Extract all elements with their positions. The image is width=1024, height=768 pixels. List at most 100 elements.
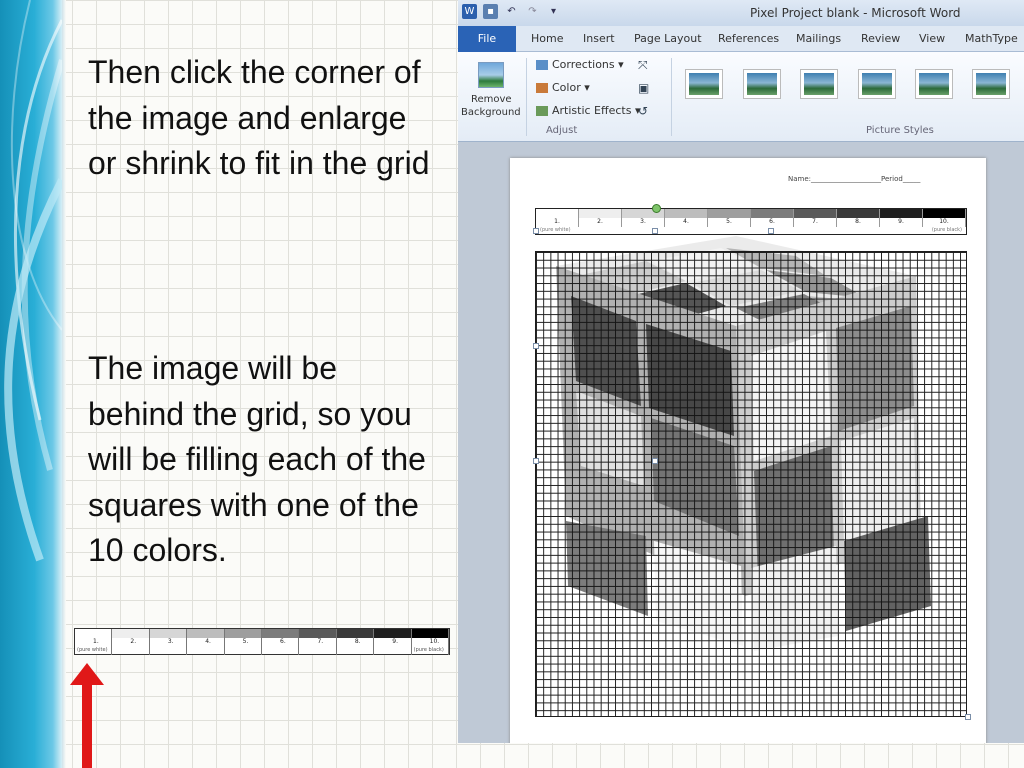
color-legend: 1. (pure white) 2. 3. 4. 5. 6. 7. 8. 9. 10. (pure b… xyxy=(74,628,450,655)
color-label: Color xyxy=(552,81,581,94)
compress-pictures-icon[interactable]: ⤧ xyxy=(638,58,648,73)
document-legend-swatch xyxy=(923,209,966,218)
picture-style-thumb[interactable] xyxy=(800,69,838,99)
word-logo-icon: W xyxy=(462,4,477,19)
artistic-effects-button[interactable]: Artistic Effects ▾ xyxy=(536,104,640,117)
legend-number: 5. xyxy=(242,638,249,645)
legend-cell: 1. (pure white) xyxy=(75,638,113,655)
document-legend-number: 4. xyxy=(665,218,708,227)
legend-swatch xyxy=(224,629,263,638)
document-legend-swatch xyxy=(880,209,923,218)
document-legend-swatch xyxy=(579,209,622,218)
legend-cell: 10. (pure black) xyxy=(412,638,450,655)
pixel-grid[interactable] xyxy=(535,251,967,717)
picture-style-thumb[interactable] xyxy=(972,69,1010,99)
color-button[interactable]: Color ▾ xyxy=(536,81,590,94)
reset-picture-icon[interactable]: ↺ xyxy=(638,104,648,118)
document-legend-number: 5. xyxy=(708,218,751,227)
tab-mailings[interactable]: Mailings xyxy=(796,32,841,45)
redo-icon[interactable]: ↷ xyxy=(525,4,540,19)
document-legend-swatch xyxy=(751,209,794,218)
instruction-paragraph-2: The image will be behind the grid, so yo… xyxy=(88,350,426,568)
picture-style-thumb[interactable] xyxy=(685,69,723,99)
legend-number: 10. xyxy=(429,638,440,645)
decorative-side-band xyxy=(0,0,62,768)
legend-sub-right: (pure black) xyxy=(931,227,962,233)
title-bar: W ▪ ↶ ↷ ▾ Pixel Project blank - Microsof… xyxy=(458,0,1024,26)
document-legend-swatch xyxy=(708,209,751,218)
resize-handle[interactable] xyxy=(533,228,539,234)
document-legend-number: 3. xyxy=(622,218,665,227)
red-arrow-icon xyxy=(70,663,104,768)
undo-icon[interactable]: ↶ xyxy=(504,4,519,19)
remove-background-label-1[interactable]: Remove xyxy=(471,94,512,105)
legend-subtitle: (pure white) xyxy=(77,647,108,653)
tab-file[interactable]: File xyxy=(458,26,516,52)
legend-color-row xyxy=(75,629,450,638)
legend-swatch xyxy=(149,629,188,638)
resize-handle[interactable] xyxy=(652,458,658,464)
tab-references[interactable]: References xyxy=(718,32,779,45)
resize-handle[interactable] xyxy=(533,343,539,349)
legend-number: 9. xyxy=(392,638,398,645)
quick-access-toolbar: W ▪ ↶ ↷ ▾ xyxy=(462,4,561,19)
legend-swatch xyxy=(112,629,150,638)
resize-handle[interactable] xyxy=(768,228,774,234)
document-legend-swatch xyxy=(536,209,579,218)
legend-number: 6. xyxy=(280,638,286,645)
legend-number: 3. xyxy=(167,638,174,645)
corrections-label: Corrections xyxy=(552,58,615,71)
legend-cell: 8. xyxy=(337,638,375,655)
change-picture-icon[interactable]: ▣ xyxy=(638,81,649,95)
legend-cell: 7. xyxy=(299,638,337,655)
ribbon-separator xyxy=(526,58,527,136)
corrections-icon xyxy=(536,60,548,70)
legend-cell: 4. xyxy=(187,638,225,655)
document-legend-colors xyxy=(536,209,966,218)
legend-number-row: 1. (pure white) 2. 3. 4. 5. 6. 7. 8. 9. 10. (pure b… xyxy=(75,638,450,655)
ribbon-picture-tools: Remove Background Corrections ▾ Color ▾ … xyxy=(458,52,1024,142)
document-legend-number: 7. xyxy=(794,218,837,227)
picture-style-thumb[interactable] xyxy=(858,69,896,99)
customize-qat-icon[interactable]: ▾ xyxy=(546,4,561,19)
tab-mathtype[interactable]: MathType xyxy=(965,32,1018,45)
tab-page-layout[interactable]: Page Layout xyxy=(634,32,702,45)
document-legend-number: 8. xyxy=(837,218,880,227)
corrections-button[interactable]: Corrections ▾ xyxy=(536,58,624,71)
tab-view[interactable]: View xyxy=(919,32,945,45)
instruction-paragraph-1: Then click the corner of the image and e… xyxy=(88,54,430,181)
legend-swatch xyxy=(336,629,375,638)
remove-background-icon[interactable] xyxy=(478,62,504,88)
save-icon[interactable]: ▪ xyxy=(483,4,498,19)
legend-subtitle: (pure black) xyxy=(413,647,444,653)
document-legend-number: 9. xyxy=(880,218,923,227)
legend-swatch xyxy=(374,629,412,638)
resize-handle[interactable] xyxy=(533,458,539,464)
adjust-group-label: Adjust xyxy=(546,125,578,136)
legend-cell: 3. xyxy=(150,638,188,655)
tab-insert[interactable]: Insert xyxy=(583,32,615,45)
picture-style-thumb[interactable] xyxy=(743,69,781,99)
picture-style-thumb[interactable] xyxy=(915,69,953,99)
remove-background-label-2[interactable]: Background xyxy=(461,107,521,118)
rotation-handle[interactable] xyxy=(652,204,661,213)
legend-number: 8. xyxy=(354,638,361,645)
tab-review[interactable]: Review xyxy=(861,32,900,45)
legend-number: 1. xyxy=(93,638,99,645)
legend-cell: 9. xyxy=(374,638,412,655)
artistic-effects-icon xyxy=(536,106,548,116)
document-area: Name:____________________Period_____ 1. 2… xyxy=(458,142,1024,743)
tab-home[interactable]: Home xyxy=(531,32,563,45)
legend-swatch xyxy=(262,629,300,638)
document-legend-swatch xyxy=(665,209,708,218)
resize-handle[interactable] xyxy=(965,714,971,720)
resize-handle[interactable] xyxy=(652,228,658,234)
ribbon-tabs: File Home Insert Page Layout References … xyxy=(458,26,1024,52)
legend-sub-left: (pure white) xyxy=(540,227,571,233)
document-page[interactable]: Name:____________________Period_____ 1. 2… xyxy=(510,158,986,743)
legend-swatch xyxy=(299,629,337,638)
document-legend-number: 2. xyxy=(579,218,622,227)
legend-swatch xyxy=(187,629,225,638)
legend-number: 4. xyxy=(205,638,211,645)
document-legend-swatch xyxy=(794,209,837,218)
